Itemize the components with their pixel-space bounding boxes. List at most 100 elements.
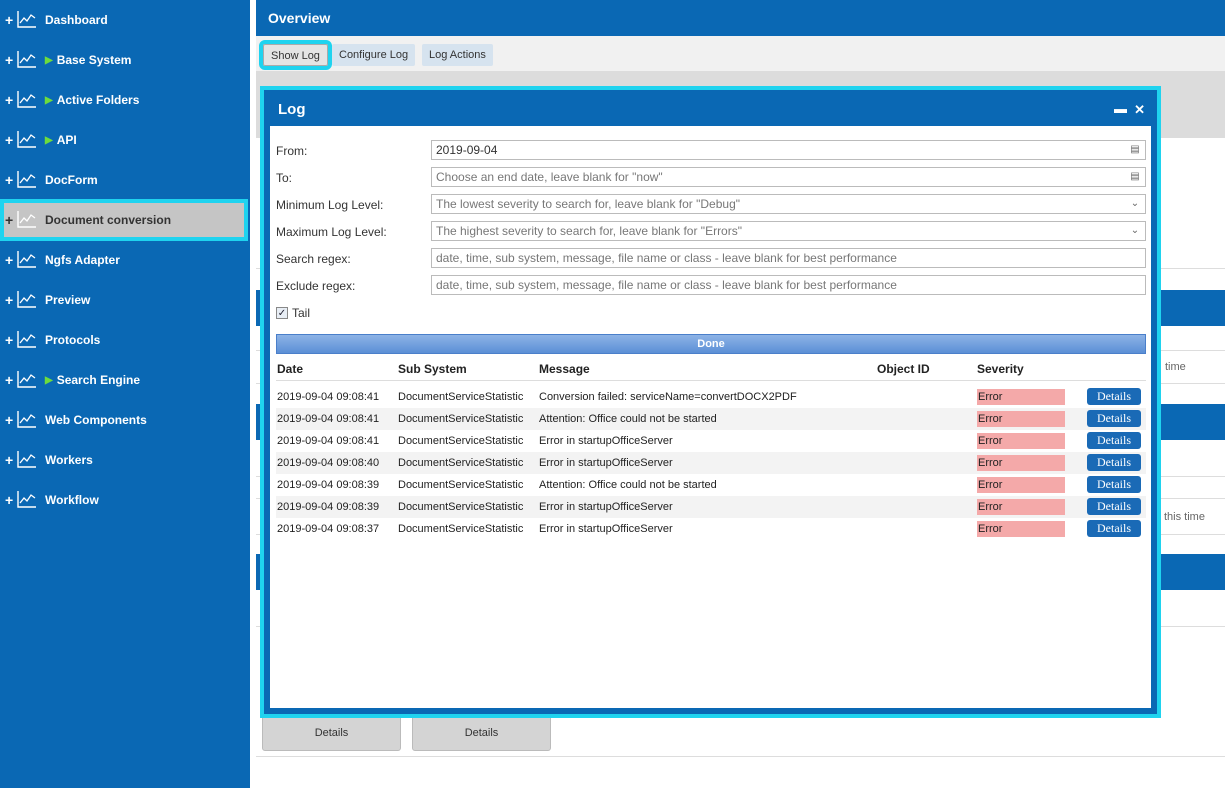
sidebar-item-workers[interactable]: + Workers — [4, 443, 248, 477]
log-date: 2019-09-04 09:08:41 — [277, 413, 380, 425]
search-regex-input[interactable] — [431, 248, 1146, 268]
details-button[interactable]: Details — [1087, 388, 1141, 405]
toolbar: Show Log Configure Log Log Actions — [256, 36, 1225, 72]
triangle-right-icon[interactable]: ▶ — [45, 375, 53, 386]
details-button[interactable]: Details — [1087, 520, 1141, 537]
tail-checkbox[interactable]: ✓ — [276, 307, 288, 319]
to-date-field[interactable]: Choose an end date, leave blank for "now… — [431, 167, 1146, 187]
background-text: time — [1165, 361, 1186, 373]
details-button[interactable]: Details — [1087, 498, 1141, 515]
tail-option[interactable]: ✓ Tail — [276, 306, 310, 320]
expand-icon[interactable]: + — [5, 333, 15, 347]
expand-icon[interactable]: + — [5, 173, 15, 187]
sidebar-item-docform[interactable]: + DocForm — [4, 163, 248, 197]
log-sub-system: DocumentServiceStatistic — [398, 479, 524, 491]
from-date-field[interactable]: 2019-09-04 ▤ — [431, 140, 1146, 160]
max-level-select[interactable]: The highest severity to search for, leav… — [431, 221, 1146, 241]
chevron-down-icon[interactable]: ⌄ — [1129, 197, 1141, 211]
expand-icon[interactable]: + — [5, 293, 15, 307]
close-icon[interactable]: ✕ — [1134, 102, 1145, 118]
chart-icon — [15, 450, 45, 471]
log-window-titlebar: Log ▬ ✕ — [270, 96, 1151, 126]
background-details-button[interactable]: Details — [262, 714, 401, 751]
sidebar-item-label: Preview — [45, 293, 91, 307]
chart-icon — [15, 410, 45, 431]
expand-icon[interactable]: + — [5, 213, 15, 227]
severity-badge: Error — [977, 521, 1065, 537]
log-sub-system: DocumentServiceStatistic — [398, 523, 524, 535]
log-row[interactable]: 2019-09-04 09:08:41 DocumentServiceStatis… — [276, 408, 1146, 430]
log-sub-system: DocumentServiceStatistic — [398, 457, 524, 469]
log-sub-system: DocumentServiceStatistic — [398, 413, 524, 425]
expand-icon[interactable]: + — [5, 253, 15, 267]
log-row[interactable]: 2019-09-04 09:08:39 DocumentServiceStatis… — [276, 474, 1146, 496]
details-button[interactable]: Details — [1087, 432, 1141, 449]
sidebar-item-workflow[interactable]: + Workflow — [4, 483, 248, 517]
chart-icon — [15, 130, 45, 151]
done-progress-bar: Done — [276, 334, 1146, 354]
log-message: Conversion failed: serviceName=convertDO… — [539, 391, 797, 403]
exclude-regex-input[interactable] — [431, 275, 1146, 295]
background-details-button[interactable]: Details — [412, 714, 551, 751]
log-row[interactable]: 2019-09-04 09:08:41 DocumentServiceStatis… — [276, 430, 1146, 452]
expand-icon[interactable]: + — [5, 53, 15, 67]
log-message: Error in startupOfficeServer — [539, 501, 673, 513]
chart-icon — [15, 10, 45, 31]
chevron-down-icon[interactable]: ⌄ — [1129, 224, 1141, 238]
sidebar-item-protocols[interactable]: + Protocols — [4, 323, 248, 357]
log-date: 2019-09-04 09:08:40 — [277, 457, 380, 469]
sidebar-item-label: DocForm — [45, 173, 98, 187]
column-header-message[interactable]: Message — [539, 362, 590, 376]
from-label: From: — [276, 144, 308, 158]
sidebar-item-label: Base System — [56, 53, 132, 67]
table-header-divider — [276, 380, 1146, 381]
calendar-icon[interactable]: ▤ — [1129, 170, 1141, 184]
exclude-regex-label: Exclude regex: — [276, 279, 356, 293]
expand-icon[interactable]: + — [5, 453, 15, 467]
configure-log-button[interactable]: Configure Log — [332, 44, 416, 66]
search-regex-label: Search regex: — [276, 252, 351, 266]
min-level-select[interactable]: The lowest severity to search for, leave… — [431, 194, 1146, 214]
triangle-right-icon[interactable]: ▶ — [45, 55, 53, 66]
column-header-severity[interactable]: Severity — [977, 362, 1024, 376]
log-date: 2019-09-04 09:08:37 — [277, 523, 380, 535]
log-row[interactable]: 2019-09-04 09:08:41 DocumentServiceStatis… — [276, 386, 1146, 408]
sidebar-item-ngfs-adapter[interactable]: + Ngfs Adapter — [4, 243, 248, 277]
log-row[interactable]: 2019-09-04 09:08:39 DocumentServiceStatis… — [276, 496, 1146, 518]
column-header-sub-system[interactable]: Sub System — [398, 362, 467, 376]
sidebar-item-dashboard[interactable]: + Dashboard — [4, 3, 248, 37]
details-button[interactable]: Details — [1087, 476, 1141, 493]
details-button[interactable]: Details — [1087, 410, 1141, 427]
expand-icon[interactable]: + — [5, 13, 15, 27]
sidebar: + Dashboard + ▶ Base System + ▶ Active Folders +… — [0, 0, 250, 788]
sidebar-item-web-components[interactable]: + Web Components — [4, 403, 248, 437]
calendar-icon[interactable]: ▤ — [1129, 143, 1141, 157]
sidebar-item-base-system[interactable]: + ▶ Base System — [4, 43, 248, 77]
column-header-date[interactable]: Date — [277, 362, 303, 376]
show-log-button[interactable]: Show Log — [259, 40, 332, 70]
triangle-right-icon[interactable]: ▶ — [45, 135, 53, 146]
sidebar-item-api[interactable]: + ▶ API — [4, 123, 248, 157]
sidebar-item-active-folders[interactable]: + ▶ Active Folders — [4, 83, 248, 117]
sidebar-item-search-engine[interactable]: + ▶ Search Engine — [4, 363, 248, 397]
expand-icon[interactable]: + — [5, 493, 15, 507]
details-button[interactable]: Details — [1087, 454, 1141, 471]
sidebar-item-document-conversion[interactable]: + Document conversion — [0, 199, 248, 241]
expand-icon[interactable]: + — [5, 413, 15, 427]
background-text: this time — [1164, 511, 1205, 523]
log-message: Attention: Office could not be started — [539, 479, 717, 491]
expand-icon[interactable]: + — [5, 373, 15, 387]
log-row[interactable]: 2019-09-04 09:08:40 DocumentServiceStatis… — [276, 452, 1146, 474]
triangle-right-icon[interactable]: ▶ — [45, 95, 53, 106]
sidebar-item-label: Document conversion — [45, 213, 172, 227]
log-row[interactable]: 2019-09-04 09:08:37 DocumentServiceStatis… — [276, 518, 1146, 540]
log-actions-button[interactable]: Log Actions — [422, 44, 493, 66]
maximize-icon[interactable]: ▬ — [1114, 101, 1127, 116]
sidebar-item-label: Dashboard — [45, 13, 108, 27]
sidebar-item-preview[interactable]: + Preview — [4, 283, 248, 317]
min-level-placeholder: The lowest severity to search for, leave… — [436, 197, 741, 211]
severity-badge: Error — [977, 411, 1065, 427]
column-header-object-id[interactable]: Object ID — [877, 362, 930, 376]
expand-icon[interactable]: + — [5, 93, 15, 107]
expand-icon[interactable]: + — [5, 133, 15, 147]
